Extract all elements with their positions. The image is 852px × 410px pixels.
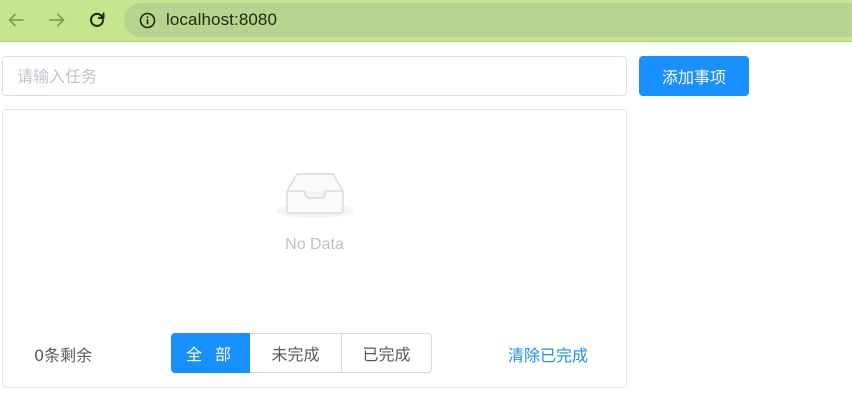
reload-button[interactable] — [86, 9, 108, 31]
filter-completed-button[interactable]: 已完成 — [341, 333, 432, 373]
back-button[interactable] — [5, 9, 27, 31]
arrow-right-icon — [49, 13, 65, 27]
browser-toolbar: localhost:8080 — [0, 0, 852, 42]
filter-group: 全 部 未完成 已完成 — [171, 333, 432, 373]
filter-all-button[interactable]: 全 部 — [171, 333, 250, 373]
forward-button[interactable] — [46, 9, 68, 31]
address-bar[interactable]: localhost:8080 — [124, 3, 852, 37]
clear-completed-link[interactable]: 清除已完成 — [508, 342, 588, 366]
empty-inbox-icon — [275, 173, 354, 218]
empty-text: No Data — [285, 236, 344, 253]
remaining-count: 0条剩余 — [34, 346, 93, 365]
task-input[interactable] — [2, 56, 627, 96]
empty-state: No Data — [3, 168, 626, 254]
arrow-left-icon — [8, 13, 24, 27]
filter-active-button[interactable]: 未完成 — [249, 333, 342, 373]
reload-icon — [90, 12, 105, 27]
todo-list-panel: No Data 0条剩余 全 部 未完成 已完成 清除已完成 — [2, 109, 627, 388]
info-icon[interactable] — [138, 11, 156, 29]
url-text: localhost:8080 — [166, 10, 278, 29]
add-task-button[interactable]: 添加事项 — [639, 56, 749, 96]
